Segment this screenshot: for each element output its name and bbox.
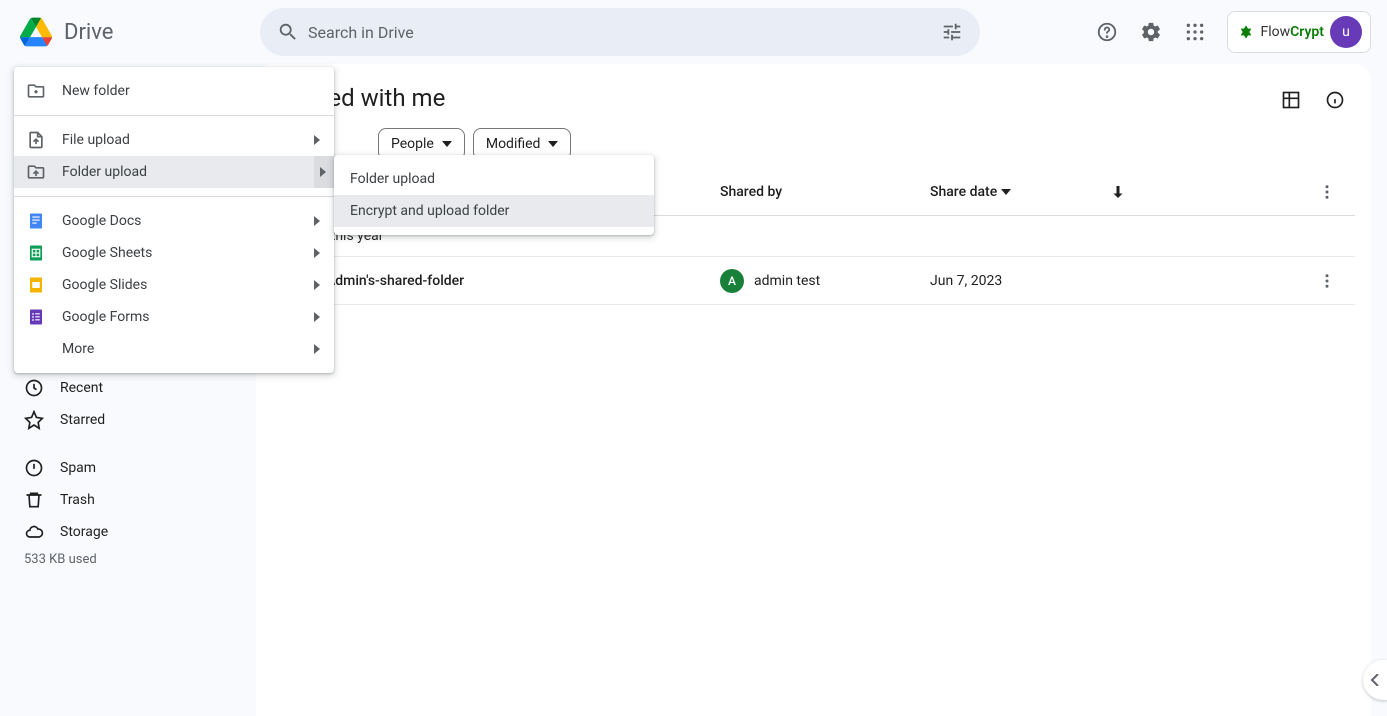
flowcrypt-label: FlowCrypt [1260, 24, 1324, 40]
menu-google-docs[interactable]: Google Docs [14, 205, 334, 237]
submenu-folder-upload[interactable]: Folder upload [334, 163, 654, 195]
header-more-icon[interactable] [1307, 183, 1347, 201]
sidebar-item-trash[interactable]: Trash [0, 484, 248, 516]
chevron-left-icon [1370, 674, 1380, 686]
sidebar-item-label: Recent [60, 380, 103, 396]
page-title: Shared with me [272, 80, 1355, 120]
file-upload-icon [26, 130, 46, 150]
row-share-date: Jun 7, 2023 [930, 273, 1090, 289]
chevron-right-icon [314, 156, 334, 188]
caret-down-icon [1001, 189, 1011, 195]
new-folder-icon [26, 81, 46, 101]
sidebar-item-label: Starred [60, 412, 105, 428]
docs-icon [26, 212, 46, 230]
menu-google-sheets[interactable]: Google Sheets [14, 237, 334, 269]
trash-icon [24, 490, 44, 510]
row-name: Admin's-shared-folder [326, 273, 464, 289]
star-icon [24, 410, 44, 430]
column-share-date[interactable]: Share date [930, 184, 1090, 200]
menu-more[interactable]: More [14, 333, 334, 365]
chevron-right-icon [314, 248, 322, 258]
layout-toggle-icon[interactable] [1271, 80, 1311, 120]
sheets-icon [26, 244, 46, 262]
storage-used-text: 533 KB used [0, 548, 256, 567]
chevron-right-icon [314, 135, 322, 145]
sidebar-item-label: Trash [60, 492, 95, 508]
chevron-right-icon [314, 216, 322, 226]
forms-icon [26, 308, 46, 326]
search-input[interactable] [308, 23, 932, 42]
sidebar-item-label: Spam [60, 460, 96, 476]
search-icon[interactable] [268, 12, 308, 52]
search-bar[interactable] [260, 8, 980, 56]
info-icon[interactable] [1315, 80, 1355, 120]
shared-by-name: admin test [754, 273, 820, 289]
menu-folder-upload[interactable]: Folder upload [14, 156, 334, 188]
new-context-menu: New folder File upload Folder upload Goo… [14, 67, 334, 373]
sidebar-item-starred[interactable]: Starred [0, 404, 248, 436]
row-more-icon[interactable] [1307, 272, 1347, 290]
settings-icon[interactable] [1131, 12, 1171, 52]
header: Drive FlowCrypt u [0, 0, 1387, 64]
shared-by-avatar: A [720, 269, 744, 293]
account-avatar[interactable]: u [1330, 16, 1362, 48]
folder-upload-submenu: Folder upload Encrypt and upload folder [334, 155, 654, 235]
cloud-icon [24, 522, 44, 542]
slides-icon [26, 276, 46, 294]
logo-area[interactable]: Drive [16, 12, 252, 52]
spam-icon [24, 458, 44, 478]
chevron-right-icon [314, 312, 322, 322]
table-row[interactable]: Admin's-shared-folder A admin test Jun 7… [272, 257, 1355, 305]
column-shared-by[interactable]: Shared by [720, 184, 930, 200]
support-icon[interactable] [1087, 12, 1127, 52]
chevron-right-icon [314, 280, 322, 290]
caret-down-icon [442, 141, 452, 147]
menu-google-forms[interactable]: Google Forms [14, 301, 334, 333]
apps-icon[interactable] [1175, 12, 1215, 52]
sidebar-item-spam[interactable]: Spam [0, 452, 248, 484]
caret-down-icon [548, 141, 558, 147]
menu-new-folder[interactable]: New folder [14, 75, 334, 107]
sidebar-item-recent[interactable]: Recent [0, 372, 248, 404]
menu-google-slides[interactable]: Google Slides [14, 269, 334, 301]
menu-file-upload[interactable]: File upload [14, 124, 334, 156]
sidebar-item-storage[interactable]: Storage [0, 516, 248, 548]
folder-upload-icon [26, 162, 46, 182]
chevron-right-icon [314, 344, 322, 354]
sort-direction-icon[interactable] [1090, 183, 1146, 201]
flowcrypt-icon [1238, 24, 1254, 40]
flowcrypt-badge[interactable]: FlowCrypt u [1227, 11, 1371, 53]
product-name: Drive [64, 20, 113, 45]
submenu-encrypt-upload[interactable]: Encrypt and upload folder [334, 195, 654, 227]
header-actions: FlowCrypt u [1087, 11, 1371, 53]
search-options-icon[interactable] [932, 12, 972, 52]
drive-logo-icon [16, 12, 56, 52]
sidebar-item-label: Storage [60, 524, 108, 540]
clock-icon [24, 378, 44, 398]
